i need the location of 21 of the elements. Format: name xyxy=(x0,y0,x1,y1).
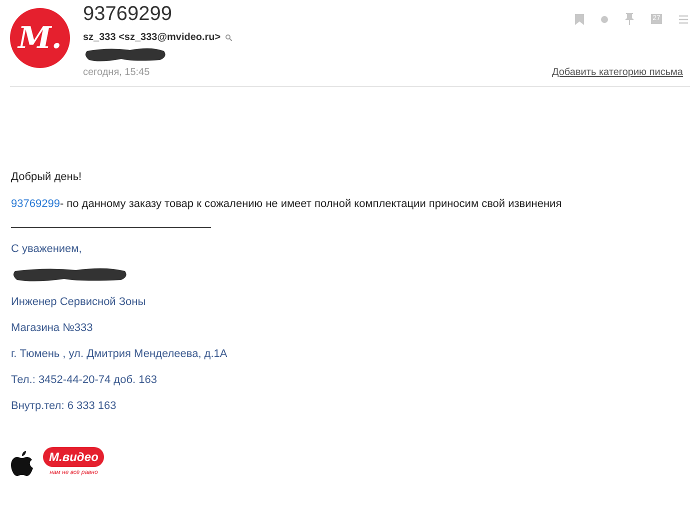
sender-avatar: М. xyxy=(10,8,70,68)
bookmark-icon[interactable] xyxy=(575,14,584,24)
order-link[interactable]: 93769299 xyxy=(11,198,60,210)
search-icon[interactable] xyxy=(224,34,232,41)
apple-logo-icon xyxy=(11,451,33,477)
signature-line: Инженер Сервисной Зоны xyxy=(11,295,147,309)
pin-icon[interactable] xyxy=(625,13,634,25)
signature-line: Внутр.тел: 6 333 163 xyxy=(11,399,118,413)
signature-line: Магазина №333 xyxy=(11,321,94,335)
sender-address: sz_333 <sz_333@mvideo.ru> xyxy=(83,31,221,45)
add-category-link[interactable]: Добавить категорию письма xyxy=(552,65,683,80)
greeting: Добрый день! xyxy=(11,170,83,184)
signature-line: г. Тюмень , ул. Дмитрия Менделеева, д.1А xyxy=(11,347,228,361)
email-subject: 93769299 xyxy=(83,2,172,26)
menu-icon[interactable] xyxy=(679,14,688,24)
signature-line: Тел.: 3452-44-20-74 доб. 163 xyxy=(11,373,158,387)
dot-icon[interactable] xyxy=(601,16,608,22)
message-text: - по данному заказу товар к сожалению не имеет полной комплектации приносим свой извинения xyxy=(60,198,562,210)
email-date: сегодня, 15:45 xyxy=(83,66,150,80)
closing: С уважением, xyxy=(11,242,83,256)
brand-logo: М.видео xyxy=(43,447,104,467)
